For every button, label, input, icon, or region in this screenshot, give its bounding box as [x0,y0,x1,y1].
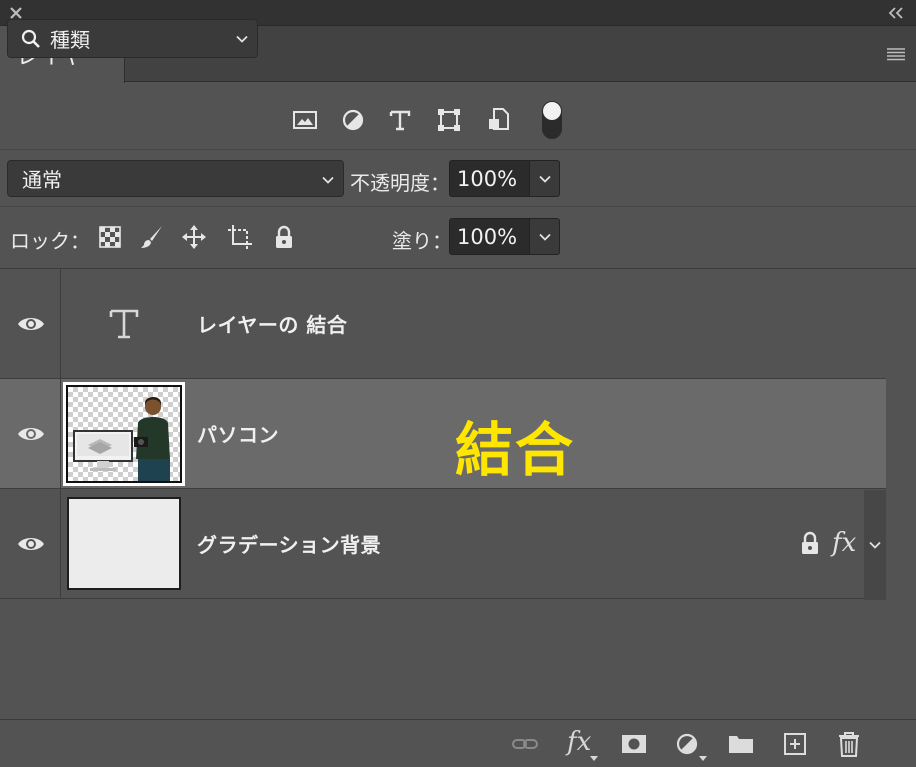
layers-list: レイヤーの 結合 パソコン 結合 グラデーション背景 fx [0,269,886,601]
layer-effects-icon[interactable]: fx [832,528,856,558]
layer-row-gradient[interactable]: グラデーション背景 fx [0,489,864,599]
chevron-down-icon [322,176,334,184]
opacity-dropdown-button[interactable] [530,160,560,197]
search-icon [21,29,40,48]
lock-label: ロック： [10,229,90,253]
visibility-column [0,489,61,599]
smart-object-filter-icon[interactable] [486,107,512,133]
photo-thumbnail-image [73,397,170,481]
opacity-input[interactable]: 100% [449,160,530,197]
merge-annotation-label: 結合 [455,416,576,484]
new-adjustment-layer-icon[interactable] [674,731,702,757]
blend-mode-label: 通常 [22,168,62,192]
type-layer-icon [109,309,139,339]
chevron-down-icon[interactable] [868,538,882,552]
layer-row-text[interactable]: レイヤーの 結合 [0,269,886,379]
delete-layer-icon[interactable] [835,731,863,757]
fill-label: 塗り： [392,229,452,253]
lock-position-icon[interactable] [181,224,207,250]
layer-thumbnail[interactable] [63,382,185,486]
layer-thumbnail[interactable] [67,497,181,590]
collapse-panel-icon[interactable] [886,5,906,21]
lock-transparent-pixels-icon[interactable] [97,224,123,250]
toggle-knob [543,102,561,120]
eye-icon[interactable] [17,315,45,333]
lock-icon [802,531,818,554]
eye-icon[interactable] [17,425,45,443]
dropdown-indicator-icon [590,756,598,761]
lock-image-pixels-icon[interactable] [139,224,165,250]
lock-all-icon[interactable] [271,224,297,250]
chevron-down-icon [539,233,551,241]
bottom-toolbar [0,719,916,767]
filter-kind-label: 種類 [50,28,90,52]
layer-name[interactable]: グラデーション背景 [197,529,381,558]
new-layer-icon[interactable] [781,731,809,757]
visibility-column [0,269,61,379]
opacity-label: 不透明度： [350,171,450,195]
add-mask-icon[interactable] [620,731,648,757]
chevron-down-icon [539,175,551,183]
visibility-column [0,379,61,489]
add-layer-style-icon[interactable]: fx [567,727,591,757]
new-group-icon[interactable] [727,731,755,757]
adjustment-filter-icon[interactable] [340,107,366,133]
shape-filter-icon[interactable] [436,107,462,133]
chevron-down-icon [236,35,248,43]
layer-name[interactable]: パソコン [197,419,279,448]
fill-input[interactable]: 100% [449,218,530,255]
image-filter-icon[interactable] [292,107,318,133]
layer-row-image[interactable]: パソコン 結合 [0,379,886,489]
filter-kind-dropdown[interactable]: 種類 [7,19,258,58]
lock-artboard-icon[interactable] [227,224,253,250]
layer-name[interactable]: レイヤーの 結合 [197,309,347,338]
type-filter-icon[interactable] [387,107,413,133]
panel-menu-icon[interactable] [886,46,906,62]
link-layers-icon[interactable] [511,731,539,757]
blend-mode-dropdown[interactable]: 通常 [7,160,344,197]
filter-toggle-switch[interactable] [542,101,562,139]
eye-icon[interactable] [17,535,45,553]
effects-expand-column[interactable] [864,490,886,600]
dropdown-indicator-icon [699,756,707,761]
layer-thumbnail-image [66,385,182,483]
fill-dropdown-button[interactable] [530,218,560,255]
